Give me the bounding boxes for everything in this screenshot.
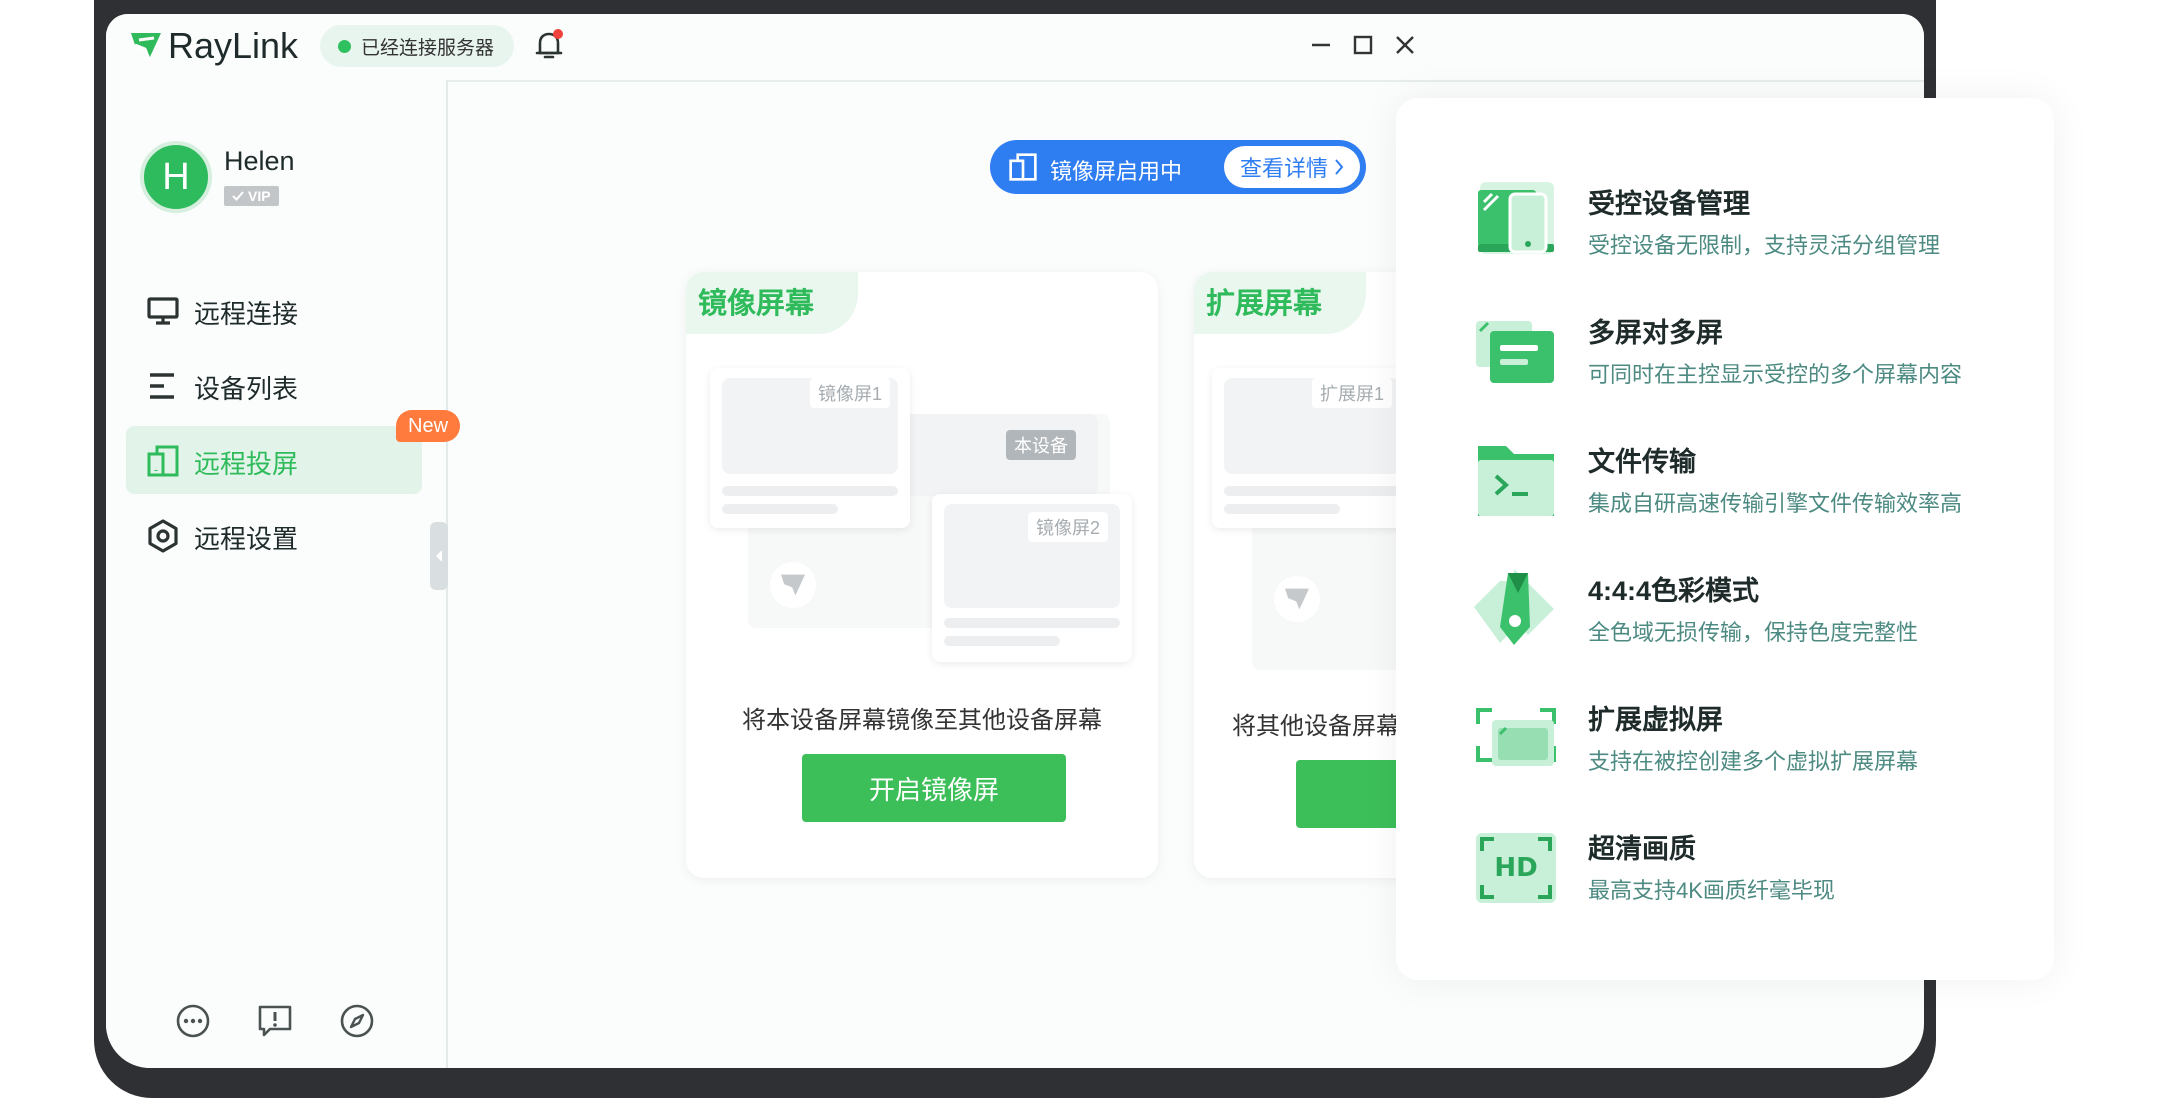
online-dot-icon bbox=[338, 39, 351, 53]
color-mode-icon bbox=[1470, 565, 1562, 657]
view-details-label: 查看详情 bbox=[1239, 156, 1328, 181]
brand-name: RayLink bbox=[168, 25, 299, 66]
sidebar-item-label: 远程投屏 bbox=[194, 449, 299, 479]
avatar[interactable]: H bbox=[140, 141, 212, 213]
sidebar-item-remote-settings[interactable]: 远程设置 bbox=[126, 501, 422, 569]
sidebar-collapse-handle[interactable] bbox=[430, 522, 448, 590]
device-manage-icon bbox=[1470, 178, 1562, 270]
illustration-label: 镜像屏1 bbox=[810, 378, 891, 408]
more-icon[interactable] bbox=[174, 1002, 212, 1040]
feature-title: 超清画质 bbox=[1588, 834, 1696, 864]
feature-item: 多屏对多屏 可同时在主控显示受控的多个屏幕内容 bbox=[1470, 307, 2030, 417]
file-transfer-icon bbox=[1470, 436, 1562, 528]
multi-screen-icon bbox=[1470, 307, 1562, 399]
sidebar-item-label: 远程设置 bbox=[194, 524, 299, 554]
feature-title: 扩展虚拟屏 bbox=[1588, 705, 1723, 735]
card-title: 镜像屏幕 bbox=[686, 272, 859, 334]
feature-item: HD 超清画质 最高支持4K画质纤毫毕现 bbox=[1470, 823, 2030, 933]
card-title: 扩展屏幕 bbox=[1194, 272, 1367, 334]
feature-description: 支持在被控创建多个虚拟扩展屏幕 bbox=[1588, 749, 1919, 774]
feature-title: 文件传输 bbox=[1588, 447, 1696, 477]
close-button[interactable] bbox=[1384, 24, 1426, 66]
screen-cast-icon bbox=[146, 444, 180, 478]
feature-description: 最高支持4K画质纤毫毕现 bbox=[1588, 878, 1835, 903]
sidebar: H Helen VIP 远程连接 设备列表 远程投屏 New 远程设置 bbox=[106, 80, 461, 1068]
feature-title: 多屏对多屏 bbox=[1588, 318, 1723, 348]
illustration-label: 镜像屏2 bbox=[1028, 512, 1109, 542]
username: Helen bbox=[224, 146, 295, 176]
raylink-mini-logo-icon bbox=[770, 562, 816, 608]
sidebar-item-screen-cast[interactable]: 远程投屏 bbox=[126, 426, 422, 494]
feature-description: 可同时在主控显示受控的多个屏幕内容 bbox=[1588, 362, 1963, 387]
list-icon bbox=[146, 369, 180, 403]
feature-title: 受控设备管理 bbox=[1588, 189, 1750, 219]
raylink-mini-logo-icon bbox=[1274, 576, 1320, 622]
view-details-button[interactable]: 查看详情 bbox=[1223, 146, 1360, 188]
server-status-text: 已经连接服务器 bbox=[361, 37, 495, 59]
feature-title: 4:4:4色彩模式 bbox=[1588, 576, 1760, 606]
feature-item: 文件传输 集成自研高速传输引擎文件传输效率高 bbox=[1470, 436, 2030, 546]
sidebar-item-label: 远程连接 bbox=[194, 299, 299, 329]
title-bar: RayLink 已经连接服务器 bbox=[106, 14, 1924, 82]
screen-cast-icon bbox=[1008, 152, 1038, 187]
chevron-right-icon bbox=[1335, 159, 1344, 175]
sidebar-item-device-list[interactable]: 设备列表 bbox=[126, 351, 422, 419]
hd-icon-text: HD bbox=[1494, 853, 1538, 883]
brand-logo: RayLink bbox=[130, 22, 298, 70]
raylink-logo-icon bbox=[130, 31, 162, 61]
feature-description: 集成自研高速传输引擎文件传输效率高 bbox=[1588, 491, 1963, 516]
monitor-icon bbox=[146, 294, 180, 328]
illustration-label: 扩展屏1 bbox=[1312, 378, 1393, 408]
feature-panel: 受控设备管理 受控设备无限制，支持灵活分组管理 多屏对多屏 可同时在主控显示受控… bbox=[1396, 98, 2054, 980]
sidebar-item-remote-connect[interactable]: 远程连接 bbox=[126, 276, 422, 344]
sidebar-item-label: 设备列表 bbox=[194, 374, 299, 404]
feedback-icon[interactable] bbox=[256, 1002, 294, 1040]
hd-quality-icon: HD bbox=[1470, 823, 1562, 915]
virtual-screen-icon bbox=[1470, 694, 1562, 786]
start-mirror-button[interactable]: 开启镜像屏 bbox=[802, 754, 1066, 822]
notification-bell-icon[interactable] bbox=[530, 26, 568, 64]
feature-item: 受控设备管理 受控设备无限制，支持灵活分组管理 bbox=[1470, 178, 2030, 288]
mirror-status-text: 镜像屏启用中 bbox=[1050, 159, 1183, 184]
vip-badge: VIP bbox=[224, 186, 279, 206]
vip-label: VIP bbox=[248, 188, 271, 204]
vip-check-icon bbox=[232, 191, 244, 201]
feature-item: 扩展虚拟屏 支持在被控创建多个虚拟扩展屏幕 bbox=[1470, 694, 2030, 804]
feature-item: 4:4:4色彩模式 全色域无损传输，保持色度完整性 bbox=[1470, 565, 2030, 675]
feature-description: 受控设备无限制，支持灵活分组管理 bbox=[1588, 233, 1941, 258]
avatar-initial: H bbox=[162, 155, 190, 198]
collapse-arrow-icon bbox=[436, 550, 442, 562]
feature-description: 全色域无损传输，保持色度完整性 bbox=[1588, 620, 1919, 645]
card-description: 将本设备屏幕镜像至其他设备屏幕 bbox=[742, 707, 1102, 734]
illustration-label: 本设备 bbox=[1006, 430, 1076, 460]
server-status-badge: 已经连接服务器 bbox=[320, 25, 515, 67]
mirror-screen-card: 镜像屏幕 本设备 镜像屏1 镜像屏2 将本设备屏幕镜像至其他设备屏幕 开启镜像屏 bbox=[686, 272, 1158, 878]
settings-hex-icon bbox=[146, 519, 180, 553]
compass-icon[interactable] bbox=[338, 1002, 376, 1040]
mirror-status-banner: 镜像屏启用中 查看详情 bbox=[990, 140, 1366, 194]
maximize-button[interactable] bbox=[1342, 24, 1384, 66]
minimize-button[interactable] bbox=[1300, 24, 1342, 66]
